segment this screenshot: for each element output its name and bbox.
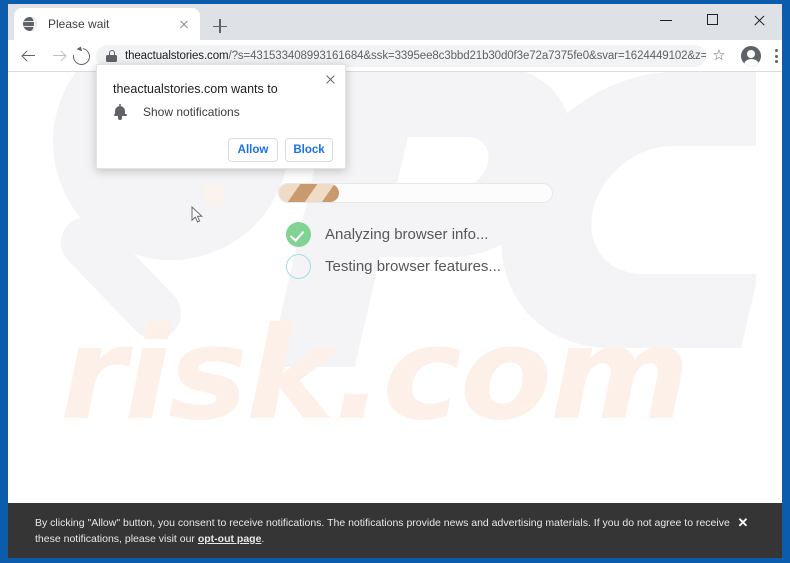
consent-close-icon[interactable]: ✕ <box>736 516 750 530</box>
tab-title: Please wait <box>48 17 110 31</box>
url-host: theactualstories.com <box>125 50 229 62</box>
browser-window: Please wait theactualstories.com/?s=4315… <box>8 4 782 503</box>
empty-circle-icon <box>286 254 311 279</box>
minimize-button[interactable] <box>644 4 690 36</box>
watermark-domain-text: risk.com <box>60 300 690 449</box>
block-button[interactable]: Block <box>285 138 333 162</box>
consent-text-before: By clicking "Allow" button, you consent … <box>35 517 730 545</box>
tab-strip: Please wait <box>8 4 782 40</box>
dialog-permission-label: Show notifications <box>143 105 240 119</box>
window-frame: Please wait theactualstories.com/?s=4315… <box>0 0 790 563</box>
consent-text-after: . <box>261 533 265 545</box>
new-tab-button[interactable] <box>208 14 232 38</box>
close-window-button[interactable] <box>736 4 782 36</box>
reload-icon <box>69 44 94 69</box>
bookmark-star-icon[interactable]: ☆ <box>711 48 727 64</box>
dialog-close-icon[interactable] <box>322 71 338 87</box>
step-label: Analyzing browser info... <box>325 226 489 243</box>
step-testing-browser-features: Testing browser features... <box>286 254 501 279</box>
url-path: /?s=431533408993161684&ssk=3395ee8c3bbd2… <box>228 50 706 62</box>
maximize-button[interactable] <box>690 4 736 36</box>
arrow-left-icon <box>22 49 35 62</box>
tab-please-wait[interactable]: Please wait <box>14 8 200 40</box>
notification-permission-dialog: theactualstories.com wants to Show notif… <box>96 64 346 169</box>
lock-icon <box>106 50 117 62</box>
reload-button[interactable] <box>68 43 94 69</box>
progress-bar <box>278 183 553 203</box>
consent-notification-bar: By clicking "Allow" button, you consent … <box>8 503 782 558</box>
opt-out-page-link[interactable]: opt-out page <box>198 533 262 545</box>
step-analyzing-browser-info: Analyzing browser info... <box>286 222 488 247</box>
step-label: Testing browser features... <box>325 258 501 275</box>
check-circle-icon <box>286 222 311 247</box>
profile-avatar[interactable] <box>741 46 761 66</box>
dialog-title: theactualstories.com wants to <box>113 82 278 96</box>
allow-button[interactable]: Allow <box>228 138 278 162</box>
tab-close-icon[interactable] <box>176 16 192 32</box>
arrow-right-icon <box>52 49 65 62</box>
browser-menu-button[interactable] <box>768 46 782 66</box>
back-button[interactable] <box>16 43 42 69</box>
progress-bar-fill <box>279 184 340 202</box>
consent-text: By clicking "Allow" button, you consent … <box>35 515 735 547</box>
globe-icon <box>22 16 38 32</box>
url-text: theactualstories.com/?s=4315334089931616… <box>125 50 706 62</box>
